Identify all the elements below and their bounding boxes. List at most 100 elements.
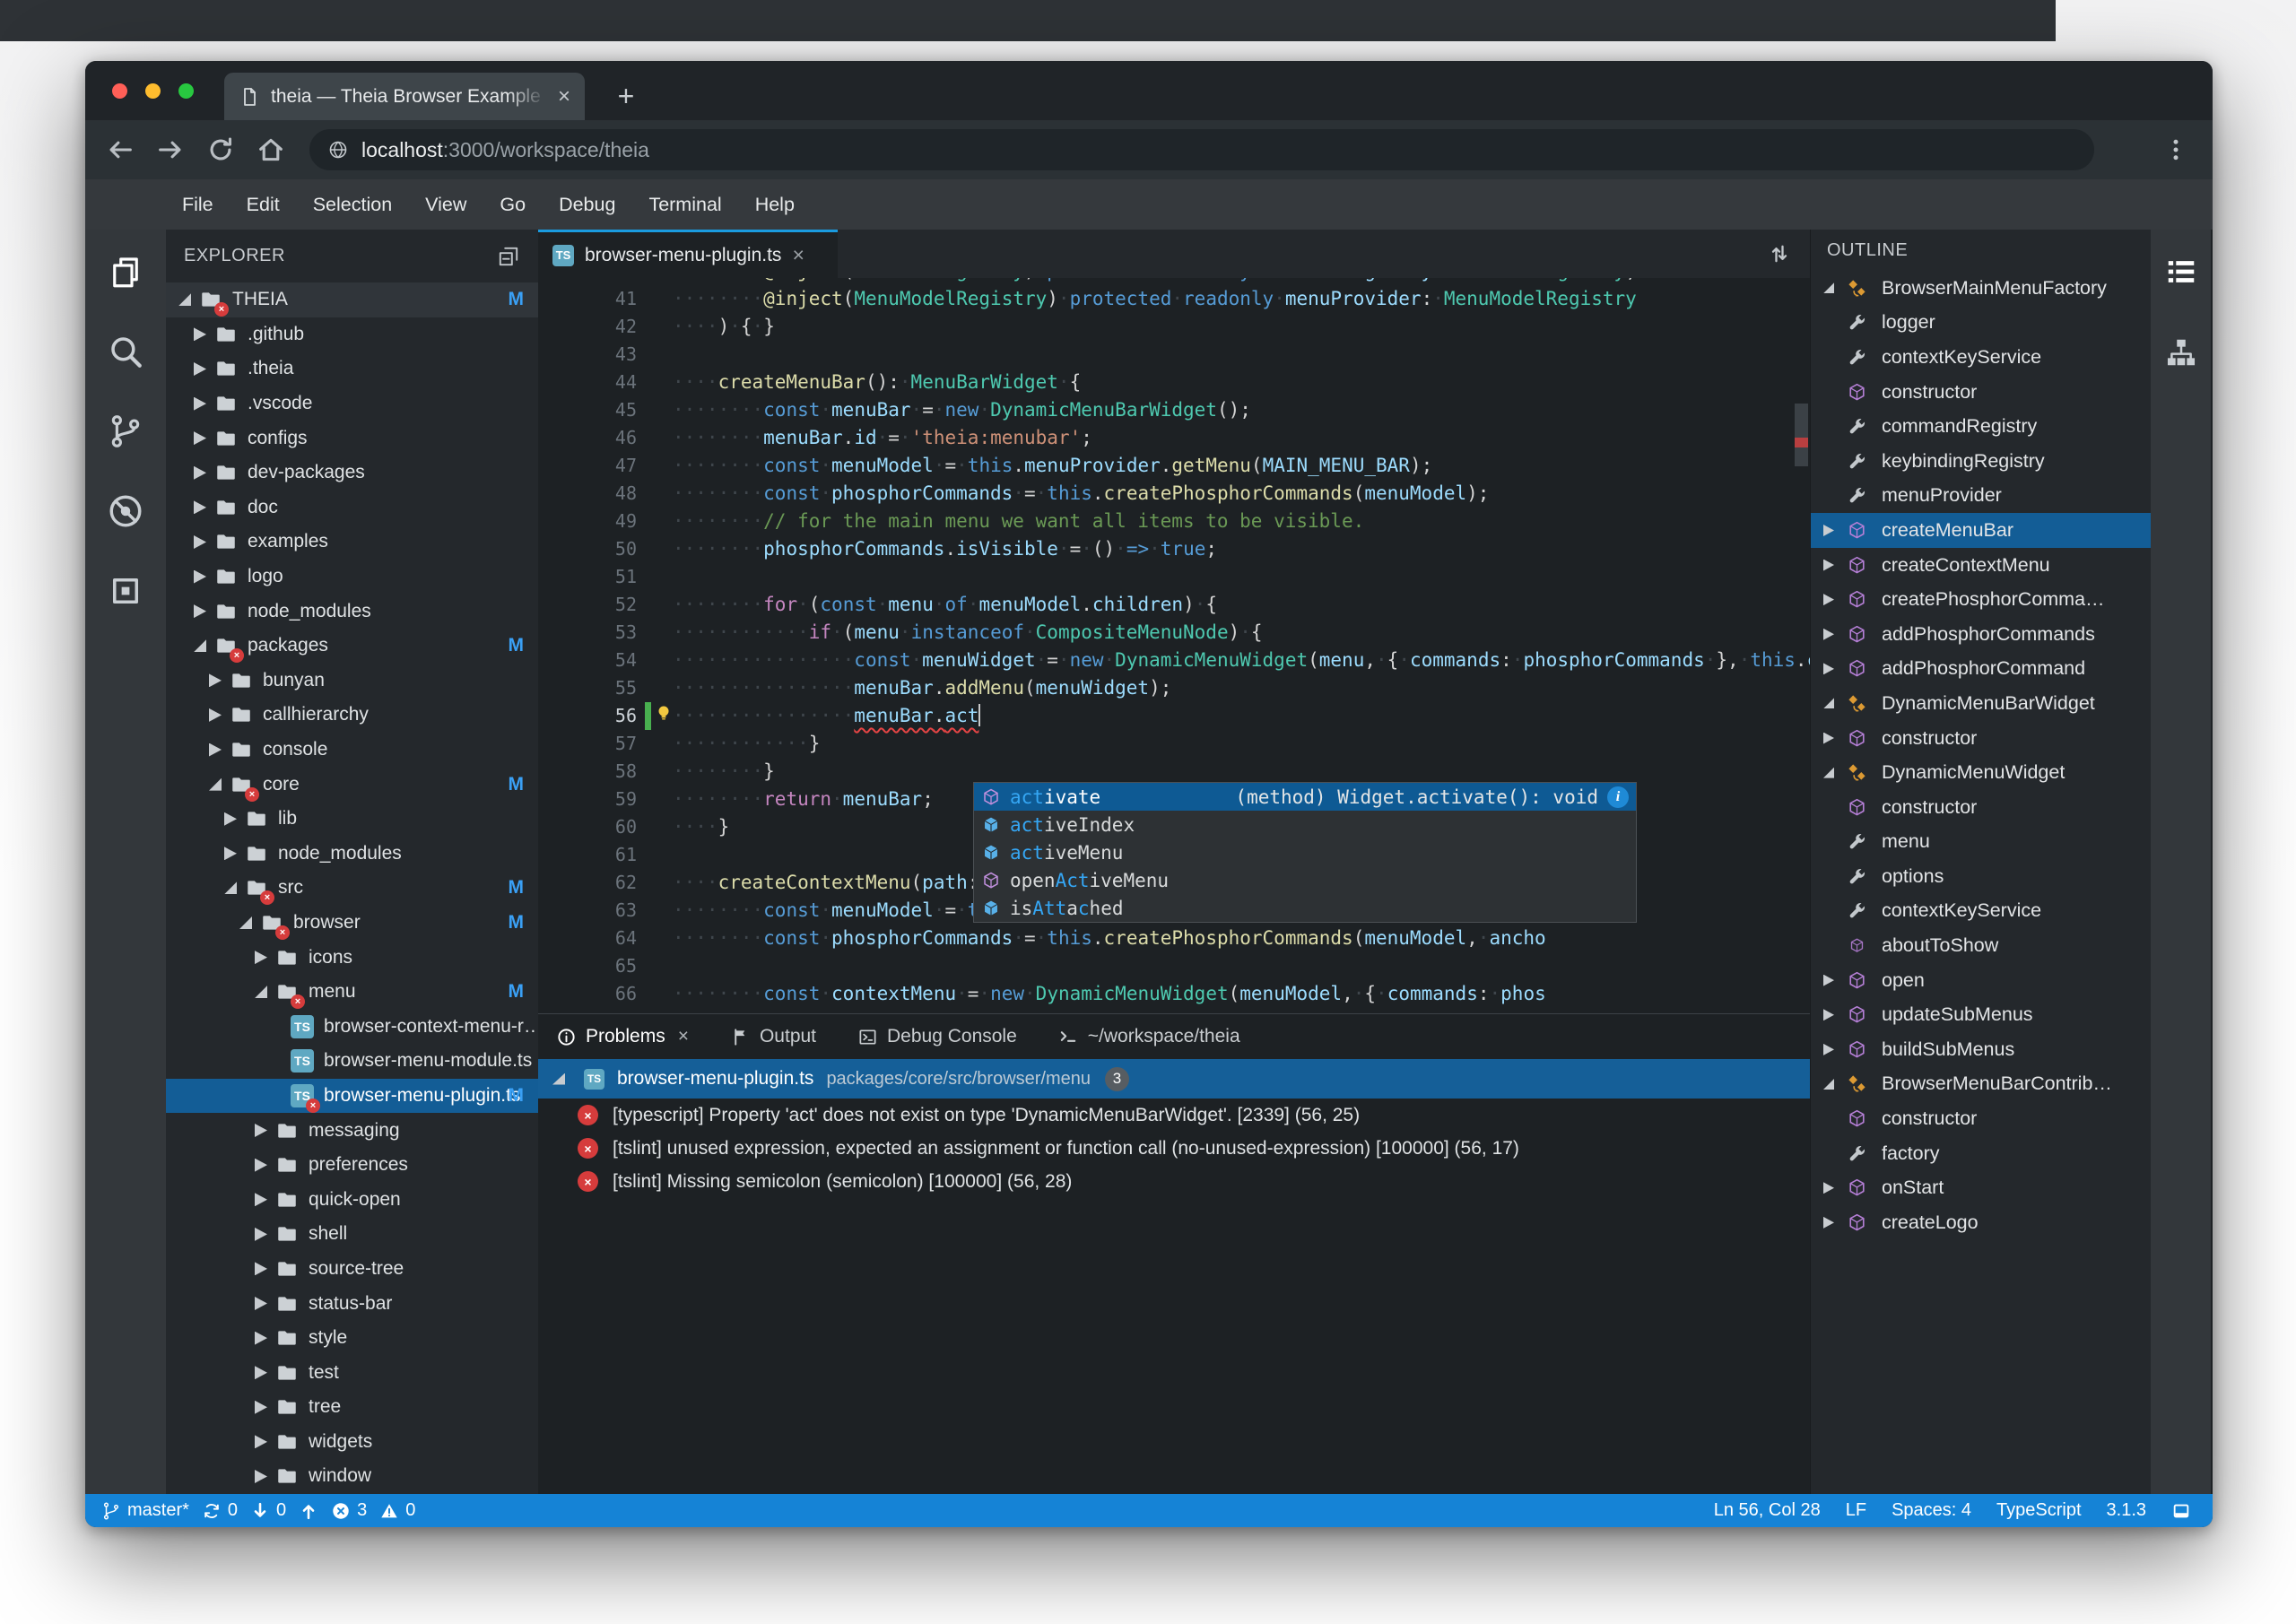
- chevron-expanded-icon[interactable]: [209, 778, 222, 791]
- code-line[interactable]: 50········phosphorCommands.isVisible·=·(…: [538, 535, 1810, 563]
- outline-item-menu[interactable]: menu: [1811, 825, 2151, 860]
- code-line[interactable]: 51: [538, 563, 1810, 591]
- chevron-expanded-icon[interactable]: [1823, 698, 1834, 708]
- chevron-collapsed-icon[interactable]: [1823, 629, 1834, 640]
- code-line[interactable]: 42····)·{·}: [538, 313, 1810, 341]
- status-git-sync[interactable]: 0: [202, 1500, 238, 1521]
- tree-item--theia[interactable]: .theia: [166, 352, 538, 386]
- outline-item-commandregistry[interactable]: commandRegistry: [1811, 409, 2151, 444]
- chevron-collapsed-icon[interactable]: [1823, 733, 1834, 744]
- tree-item-browser-menu-module-ts[interactable]: TSbrowser-menu-module.ts: [166, 1044, 538, 1079]
- status-eol[interactable]: LF: [1846, 1500, 1866, 1521]
- chevron-expanded-icon[interactable]: [1823, 1079, 1834, 1090]
- tree-item-window[interactable]: window: [166, 1459, 538, 1494]
- chevron-expanded-icon[interactable]: [194, 639, 206, 652]
- search-icon[interactable]: [107, 333, 144, 370]
- menu-item-help[interactable]: Help: [755, 194, 795, 216]
- tree-item-status-bar[interactable]: status-bar: [166, 1286, 538, 1321]
- tree-item-lib[interactable]: lib: [166, 802, 538, 837]
- code-line[interactable]: 43: [538, 341, 1810, 369]
- suggestion-item[interactable]: isAttached: [974, 894, 1636, 922]
- extensions-icon[interactable]: [107, 572, 144, 610]
- tree-item-source-tree[interactable]: source-tree: [166, 1252, 538, 1287]
- outline-item-dynamicmenubarwidget[interactable]: DynamicMenuBarWidget: [1811, 686, 2151, 721]
- outline-item-createphosphorcomma-[interactable]: createPhosphorComma…: [1811, 582, 2151, 617]
- suggestion-item[interactable]: activeIndex: [974, 811, 1636, 838]
- chevron-collapsed-icon[interactable]: [194, 397, 206, 411]
- chevron-collapsed-icon[interactable]: [194, 604, 206, 618]
- tree-item-doc[interactable]: doc: [166, 491, 538, 525]
- files-icon[interactable]: [107, 253, 144, 291]
- status-git-branch[interactable]: master*: [101, 1500, 189, 1521]
- chevron-collapsed-icon[interactable]: [194, 327, 206, 341]
- menu-item-file[interactable]: File: [182, 194, 213, 216]
- outline-item-constructor[interactable]: constructor: [1811, 1101, 2151, 1136]
- chevron-expanded-icon[interactable]: [239, 916, 252, 929]
- problem-item[interactable]: ×[tslint] unused expression, expected an…: [538, 1132, 1810, 1165]
- zoom-window-button[interactable]: [178, 83, 194, 99]
- status-cursor-position[interactable]: Ln 56, Col 28: [1714, 1500, 1821, 1521]
- chevron-collapsed-icon[interactable]: [194, 466, 206, 480]
- chevron-expanded-icon[interactable]: [178, 293, 191, 306]
- back-icon[interactable]: [105, 135, 135, 165]
- chevron-collapsed-icon[interactable]: [255, 1159, 267, 1172]
- chevron-collapsed-icon[interactable]: [1823, 1217, 1834, 1229]
- debug-off-icon[interactable]: [107, 492, 144, 530]
- tree-item-bunyan[interactable]: bunyan: [166, 664, 538, 699]
- split-editor-icon[interactable]: [1767, 241, 1792, 266]
- chevron-collapsed-icon[interactable]: [209, 743, 222, 757]
- chevron-expanded-icon[interactable]: [1823, 282, 1834, 293]
- minimize-window-button[interactable]: [145, 83, 161, 99]
- tree-item-tree[interactable]: tree: [166, 1390, 538, 1425]
- outline-item-constructor[interactable]: constructor: [1811, 790, 2151, 825]
- close-editor-tab-icon[interactable]: ×: [792, 243, 804, 267]
- outline-item-updatesubmenus[interactable]: updateSubMenus: [1811, 997, 2151, 1032]
- tree-item-icons[interactable]: icons: [166, 940, 538, 975]
- browser-tab[interactable]: theia — Theia Browser Example ×: [224, 73, 585, 120]
- code-line[interactable]: 45········const·menuBar·=·new·DynamicMen…: [538, 396, 1810, 424]
- code-line[interactable]: 41········@inject(MenuModelRegistry)·pro…: [538, 285, 1810, 313]
- tree-item-shell[interactable]: shell: [166, 1217, 538, 1252]
- outline-item-constructor[interactable]: constructor: [1811, 721, 2151, 756]
- tree-item-configs[interactable]: configs: [166, 421, 538, 456]
- code-line[interactable]: 47········const·menuModel·=·this.menuPro…: [538, 452, 1810, 480]
- outline-item-contextkeyservice[interactable]: contextKeyService: [1811, 340, 2151, 375]
- close-tab-icon[interactable]: ×: [558, 84, 570, 109]
- tree-item-src[interactable]: ×srcM: [166, 871, 538, 906]
- tree-item-packages[interactable]: ×packagesM: [166, 629, 538, 664]
- chevron-collapsed-icon[interactable]: [1823, 1182, 1834, 1194]
- reload-icon[interactable]: [205, 135, 236, 165]
- code-line[interactable]: 48········const·phosphorCommands·=·this.…: [538, 480, 1810, 508]
- menu-item-debug[interactable]: Debug: [559, 194, 615, 216]
- code-line[interactable]: 57············}: [538, 730, 1810, 758]
- tree-item-node-modules[interactable]: node_modules: [166, 594, 538, 629]
- outline-item-createcontextmenu[interactable]: createContextMenu: [1811, 548, 2151, 583]
- outline-item-createmenubar[interactable]: createMenuBar: [1811, 513, 2151, 548]
- panel-tab-output[interactable]: Output: [730, 1026, 816, 1047]
- tree-item-browser-menu-plugin-ts[interactable]: TS×browser-menu-plugin.tsM: [166, 1079, 538, 1114]
- status-feedback[interactable]: [2171, 1501, 2191, 1521]
- status-git-pull[interactable]: 0: [250, 1500, 286, 1521]
- tree-item-quick-open[interactable]: quick-open: [166, 1182, 538, 1217]
- code-line[interactable]: 46········menuBar.id·=·'theia:menubar';: [538, 424, 1810, 452]
- tree-item-dev-packages[interactable]: dev-packages: [166, 456, 538, 491]
- problem-item[interactable]: ×[tslint] Missing semicolon (semicolon) …: [538, 1165, 1810, 1198]
- tree-item-style[interactable]: style: [166, 1321, 538, 1356]
- menu-item-view[interactable]: View: [425, 194, 466, 216]
- git-icon[interactable]: [107, 413, 144, 450]
- chevron-collapsed-icon[interactable]: [194, 500, 206, 514]
- outline-item-addphosphorcommands[interactable]: addPhosphorCommands: [1811, 617, 2151, 652]
- chevron-collapsed-icon[interactable]: [255, 1332, 267, 1345]
- code-line[interactable]: 65: [538, 952, 1810, 980]
- chevron-expanded-icon[interactable]: [224, 881, 237, 894]
- chevron-collapsed-icon[interactable]: [1823, 525, 1834, 536]
- code-line[interactable]: 64········const·phosphorCommands·=·this.…: [538, 925, 1810, 952]
- tree-item-widgets[interactable]: widgets: [166, 1425, 538, 1460]
- suggestion-item[interactable]: activeMenu: [974, 838, 1636, 866]
- outline-item-logger[interactable]: logger: [1811, 306, 2151, 341]
- forward-icon[interactable]: [155, 135, 186, 165]
- outline-item-contextkeyservice[interactable]: contextKeyService: [1811, 894, 2151, 929]
- chevron-collapsed-icon[interactable]: [1823, 975, 1834, 986]
- menu-item-edit[interactable]: Edit: [247, 194, 280, 216]
- code-line[interactable]: 53············if·(menu·instanceof·Compos…: [538, 619, 1810, 647]
